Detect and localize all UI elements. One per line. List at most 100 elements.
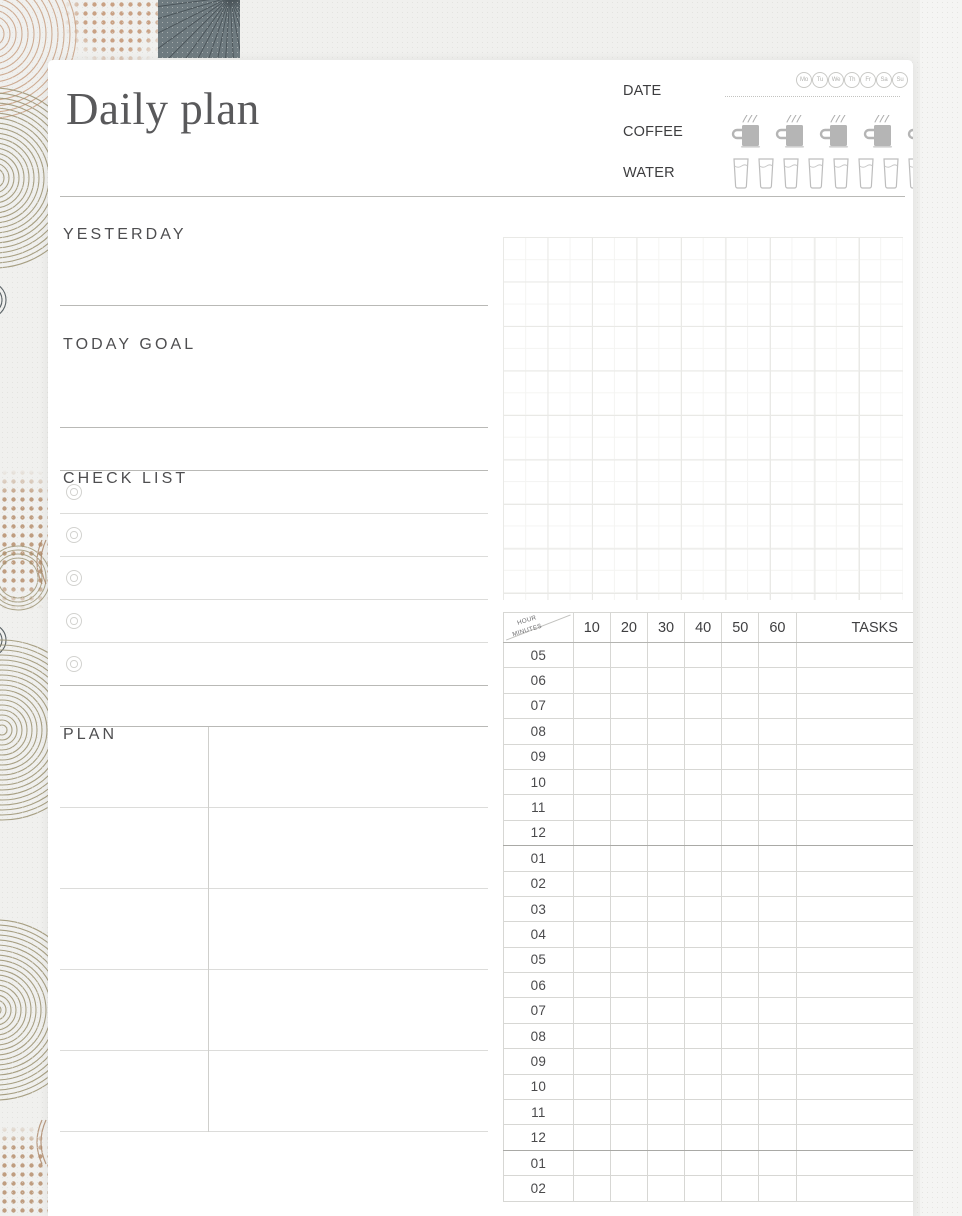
minute-cell[interactable] [572, 1022, 611, 1050]
minute-cell[interactable] [609, 921, 649, 948]
water-glass-icon[interactable] [731, 157, 751, 189]
minute-cell[interactable] [758, 997, 797, 1024]
task-cell[interactable] [795, 718, 913, 745]
weekday-mo[interactable]: Mo [796, 72, 812, 88]
task-cell[interactable] [795, 1149, 913, 1177]
minute-cell[interactable] [758, 819, 797, 847]
minute-cell[interactable] [758, 1022, 797, 1050]
minute-cell[interactable] [609, 997, 649, 1024]
minute-cell[interactable] [646, 667, 686, 694]
minute-cell[interactable] [758, 1073, 797, 1101]
minute-cell[interactable] [758, 1175, 797, 1202]
minute-cell[interactable] [721, 641, 760, 669]
minute-cell[interactable] [721, 972, 760, 999]
minute-cell[interactable] [758, 1099, 797, 1126]
task-cell[interactable] [795, 946, 913, 974]
minute-cell[interactable] [609, 768, 649, 796]
minute-cell[interactable] [721, 819, 760, 847]
minute-cell[interactable] [572, 1048, 611, 1075]
minute-cell[interactable] [572, 641, 611, 669]
timetable-row[interactable]: 02 [503, 1175, 913, 1202]
target-circle-icon[interactable] [66, 656, 82, 672]
minute-cell[interactable] [721, 870, 760, 897]
minute-cell[interactable] [609, 946, 649, 974]
minute-cell[interactable] [646, 921, 686, 948]
section-today-goal[interactable]: TODAY GOAL [60, 316, 488, 428]
checklist-item[interactable] [60, 557, 488, 600]
task-cell[interactable] [795, 845, 913, 872]
timetable-row[interactable]: 11 [503, 794, 913, 821]
checklist-item[interactable] [60, 514, 488, 557]
minute-cell[interactable] [609, 1073, 649, 1101]
plan-row[interactable] [60, 808, 488, 889]
task-cell[interactable] [795, 1124, 913, 1151]
minute-cell[interactable] [572, 768, 611, 796]
plan-row[interactable] [60, 889, 488, 970]
minute-cell[interactable] [572, 1099, 611, 1126]
minute-cell[interactable] [758, 870, 797, 897]
target-circle-icon[interactable] [66, 613, 82, 629]
weekday-th[interactable]: Th [844, 72, 860, 88]
water-tracker[interactable] [731, 152, 913, 193]
minute-cell[interactable] [684, 794, 723, 821]
minute-cell[interactable] [646, 768, 686, 796]
plan-row[interactable] [60, 727, 488, 808]
timetable-row[interactable]: 07 [503, 692, 913, 720]
water-glass-icon[interactable] [781, 157, 801, 189]
minute-cell[interactable] [609, 692, 649, 720]
minute-cell[interactable] [758, 641, 797, 669]
minute-cell[interactable] [721, 946, 760, 974]
minute-cell[interactable] [684, 1175, 723, 1202]
target-circle-icon[interactable] [66, 484, 82, 500]
minute-cell[interactable] [646, 997, 686, 1024]
section-yesterday[interactable]: YESTERDAY [60, 206, 488, 306]
minute-cell[interactable] [684, 819, 723, 847]
minute-cell[interactable] [646, 743, 686, 770]
minute-cell[interactable] [758, 794, 797, 821]
minute-cell[interactable] [758, 1048, 797, 1075]
minute-cell[interactable] [721, 743, 760, 770]
weekday-tu[interactable]: Tu [812, 72, 828, 88]
timetable-row[interactable]: 12 [503, 819, 913, 847]
timetable-row[interactable]: 05 [503, 946, 913, 974]
minute-cell[interactable] [646, 1175, 686, 1202]
task-cell[interactable] [795, 794, 913, 821]
minute-cell[interactable] [758, 921, 797, 948]
task-cell[interactable] [795, 1099, 913, 1126]
minute-cell[interactable] [609, 794, 649, 821]
minute-cell[interactable] [684, 1073, 723, 1101]
minute-cell[interactable] [758, 1149, 797, 1177]
minute-cell[interactable] [721, 1149, 760, 1177]
minute-cell[interactable] [721, 895, 760, 923]
minute-cell[interactable] [609, 1048, 649, 1075]
weekday-we[interactable]: We [828, 72, 844, 88]
minute-cell[interactable] [572, 946, 611, 974]
weekday-su[interactable]: Su [892, 72, 908, 88]
coffee-cup-icon[interactable] [907, 115, 913, 149]
minute-cell[interactable] [684, 997, 723, 1024]
task-cell[interactable] [795, 743, 913, 770]
water-glass-icon[interactable] [831, 157, 851, 189]
minute-cell[interactable] [572, 692, 611, 720]
minute-cell[interactable] [646, 1149, 686, 1177]
minute-cell[interactable] [646, 692, 686, 720]
minute-cell[interactable] [572, 1175, 611, 1202]
task-cell[interactable] [795, 1048, 913, 1075]
timetable-row[interactable]: 11 [503, 1099, 913, 1126]
minute-cell[interactable] [684, 641, 723, 669]
minute-cell[interactable] [609, 718, 649, 745]
minute-cell[interactable] [684, 1048, 723, 1075]
minute-cell[interactable] [646, 1124, 686, 1151]
weekday-selector[interactable]: Mo Tu We Th Fr Sa Su [796, 72, 908, 88]
coffee-cup-icon[interactable] [863, 114, 895, 149]
coffee-cup-icon[interactable] [775, 114, 807, 149]
minute-cell[interactable] [721, 1022, 760, 1050]
minute-cell[interactable] [721, 1124, 760, 1151]
minute-cell[interactable] [646, 1073, 686, 1101]
minute-cell[interactable] [758, 743, 797, 770]
minute-cell[interactable] [572, 972, 611, 999]
target-circle-icon[interactable] [66, 570, 82, 586]
timetable-row[interactable]: 10 [503, 768, 913, 796]
minute-cell[interactable] [609, 1022, 649, 1050]
task-cell[interactable] [795, 921, 913, 948]
